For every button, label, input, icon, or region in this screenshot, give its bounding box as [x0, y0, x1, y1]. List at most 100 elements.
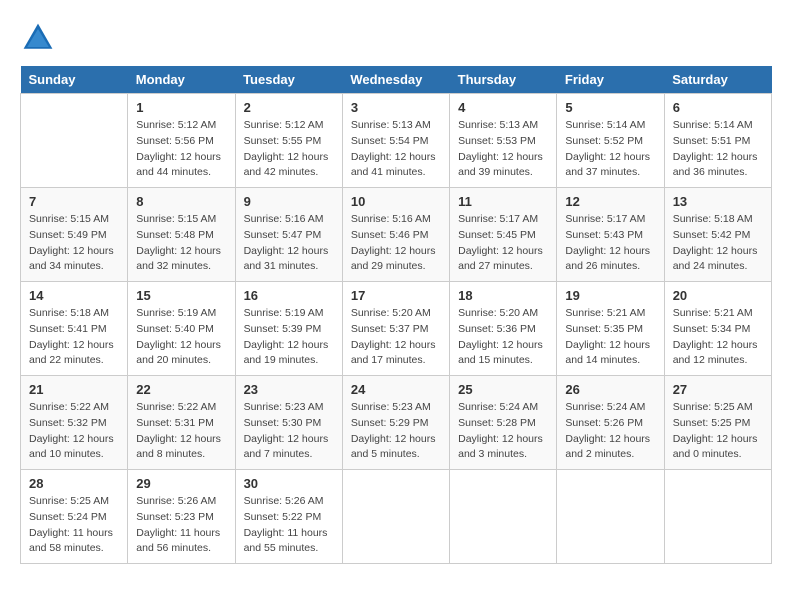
- day-info: Sunrise: 5:16 AMSunset: 5:46 PMDaylight:…: [351, 212, 441, 275]
- calendar-cell: 14 Sunrise: 5:18 AMSunset: 5:41 PMDaylig…: [21, 282, 128, 376]
- calendar-table: SundayMondayTuesdayWednesdayThursdayFrid…: [20, 66, 772, 564]
- calendar-cell: 23 Sunrise: 5:23 AMSunset: 5:30 PMDaylig…: [235, 376, 342, 470]
- day-info: Sunrise: 5:17 AMSunset: 5:45 PMDaylight:…: [458, 212, 548, 275]
- calendar-cell: 2 Sunrise: 5:12 AMSunset: 5:55 PMDayligh…: [235, 94, 342, 188]
- day-number: 15: [136, 288, 226, 303]
- day-info: Sunrise: 5:22 AMSunset: 5:31 PMDaylight:…: [136, 400, 226, 463]
- calendar-cell: 27 Sunrise: 5:25 AMSunset: 5:25 PMDaylig…: [664, 376, 771, 470]
- day-info: Sunrise: 5:20 AMSunset: 5:36 PMDaylight:…: [458, 306, 548, 369]
- calendar-cell: 22 Sunrise: 5:22 AMSunset: 5:31 PMDaylig…: [128, 376, 235, 470]
- calendar-week-0: 1 Sunrise: 5:12 AMSunset: 5:56 PMDayligh…: [21, 94, 772, 188]
- calendar-cell: [664, 470, 771, 564]
- day-info: Sunrise: 5:14 AMSunset: 5:51 PMDaylight:…: [673, 118, 763, 181]
- day-info: Sunrise: 5:22 AMSunset: 5:32 PMDaylight:…: [29, 400, 119, 463]
- calendar-cell: 10 Sunrise: 5:16 AMSunset: 5:46 PMDaylig…: [342, 188, 449, 282]
- calendar-cell: 15 Sunrise: 5:19 AMSunset: 5:40 PMDaylig…: [128, 282, 235, 376]
- header-monday: Monday: [128, 66, 235, 94]
- calendar-cell: 17 Sunrise: 5:20 AMSunset: 5:37 PMDaylig…: [342, 282, 449, 376]
- calendar-cell: 21 Sunrise: 5:22 AMSunset: 5:32 PMDaylig…: [21, 376, 128, 470]
- day-info: Sunrise: 5:14 AMSunset: 5:52 PMDaylight:…: [565, 118, 655, 181]
- calendar-cell: 30 Sunrise: 5:26 AMSunset: 5:22 PMDaylig…: [235, 470, 342, 564]
- day-number: 10: [351, 194, 441, 209]
- logo-icon: [20, 20, 56, 56]
- calendar-cell: [21, 94, 128, 188]
- calendar-cell: 28 Sunrise: 5:25 AMSunset: 5:24 PMDaylig…: [21, 470, 128, 564]
- day-number: 1: [136, 100, 226, 115]
- calendar-cell: 26 Sunrise: 5:24 AMSunset: 5:26 PMDaylig…: [557, 376, 664, 470]
- day-info: Sunrise: 5:23 AMSunset: 5:29 PMDaylight:…: [351, 400, 441, 463]
- day-info: Sunrise: 5:25 AMSunset: 5:24 PMDaylight:…: [29, 494, 119, 557]
- day-number: 21: [29, 382, 119, 397]
- day-info: Sunrise: 5:24 AMSunset: 5:26 PMDaylight:…: [565, 400, 655, 463]
- day-info: Sunrise: 5:12 AMSunset: 5:55 PMDaylight:…: [244, 118, 334, 181]
- day-info: Sunrise: 5:16 AMSunset: 5:47 PMDaylight:…: [244, 212, 334, 275]
- day-info: Sunrise: 5:13 AMSunset: 5:54 PMDaylight:…: [351, 118, 441, 181]
- calendar-cell: 29 Sunrise: 5:26 AMSunset: 5:23 PMDaylig…: [128, 470, 235, 564]
- day-number: 9: [244, 194, 334, 209]
- day-number: 27: [673, 382, 763, 397]
- day-info: Sunrise: 5:26 AMSunset: 5:23 PMDaylight:…: [136, 494, 226, 557]
- calendar-cell: 3 Sunrise: 5:13 AMSunset: 5:54 PMDayligh…: [342, 94, 449, 188]
- calendar-header-row: SundayMondayTuesdayWednesdayThursdayFrid…: [21, 66, 772, 94]
- day-number: 19: [565, 288, 655, 303]
- header-thursday: Thursday: [450, 66, 557, 94]
- day-info: Sunrise: 5:12 AMSunset: 5:56 PMDaylight:…: [136, 118, 226, 181]
- day-number: 16: [244, 288, 334, 303]
- day-number: 8: [136, 194, 226, 209]
- calendar-cell: 11 Sunrise: 5:17 AMSunset: 5:45 PMDaylig…: [450, 188, 557, 282]
- day-info: Sunrise: 5:15 AMSunset: 5:49 PMDaylight:…: [29, 212, 119, 275]
- calendar-cell: 13 Sunrise: 5:18 AMSunset: 5:42 PMDaylig…: [664, 188, 771, 282]
- calendar-cell: 18 Sunrise: 5:20 AMSunset: 5:36 PMDaylig…: [450, 282, 557, 376]
- day-info: Sunrise: 5:25 AMSunset: 5:25 PMDaylight:…: [673, 400, 763, 463]
- calendar-cell: 5 Sunrise: 5:14 AMSunset: 5:52 PMDayligh…: [557, 94, 664, 188]
- day-info: Sunrise: 5:18 AMSunset: 5:42 PMDaylight:…: [673, 212, 763, 275]
- header-saturday: Saturday: [664, 66, 771, 94]
- header-sunday: Sunday: [21, 66, 128, 94]
- day-number: 3: [351, 100, 441, 115]
- day-number: 18: [458, 288, 548, 303]
- day-number: 2: [244, 100, 334, 115]
- day-info: Sunrise: 5:13 AMSunset: 5:53 PMDaylight:…: [458, 118, 548, 181]
- calendar-week-1: 7 Sunrise: 5:15 AMSunset: 5:49 PMDayligh…: [21, 188, 772, 282]
- day-number: 20: [673, 288, 763, 303]
- day-number: 12: [565, 194, 655, 209]
- calendar-cell: 7 Sunrise: 5:15 AMSunset: 5:49 PMDayligh…: [21, 188, 128, 282]
- header-friday: Friday: [557, 66, 664, 94]
- calendar-cell: 25 Sunrise: 5:24 AMSunset: 5:28 PMDaylig…: [450, 376, 557, 470]
- day-number: 29: [136, 476, 226, 491]
- calendar-cell: 9 Sunrise: 5:16 AMSunset: 5:47 PMDayligh…: [235, 188, 342, 282]
- logo: [20, 20, 62, 56]
- calendar-cell: 1 Sunrise: 5:12 AMSunset: 5:56 PMDayligh…: [128, 94, 235, 188]
- day-info: Sunrise: 5:19 AMSunset: 5:40 PMDaylight:…: [136, 306, 226, 369]
- calendar-cell: 16 Sunrise: 5:19 AMSunset: 5:39 PMDaylig…: [235, 282, 342, 376]
- day-number: 14: [29, 288, 119, 303]
- day-number: 26: [565, 382, 655, 397]
- day-info: Sunrise: 5:19 AMSunset: 5:39 PMDaylight:…: [244, 306, 334, 369]
- day-number: 7: [29, 194, 119, 209]
- calendar-week-2: 14 Sunrise: 5:18 AMSunset: 5:41 PMDaylig…: [21, 282, 772, 376]
- calendar-cell: [557, 470, 664, 564]
- day-info: Sunrise: 5:21 AMSunset: 5:35 PMDaylight:…: [565, 306, 655, 369]
- calendar-cell: 20 Sunrise: 5:21 AMSunset: 5:34 PMDaylig…: [664, 282, 771, 376]
- day-number: 24: [351, 382, 441, 397]
- calendar-cell: [450, 470, 557, 564]
- day-info: Sunrise: 5:21 AMSunset: 5:34 PMDaylight:…: [673, 306, 763, 369]
- day-number: 25: [458, 382, 548, 397]
- calendar-cell: 8 Sunrise: 5:15 AMSunset: 5:48 PMDayligh…: [128, 188, 235, 282]
- day-number: 17: [351, 288, 441, 303]
- day-info: Sunrise: 5:23 AMSunset: 5:30 PMDaylight:…: [244, 400, 334, 463]
- day-info: Sunrise: 5:20 AMSunset: 5:37 PMDaylight:…: [351, 306, 441, 369]
- day-info: Sunrise: 5:24 AMSunset: 5:28 PMDaylight:…: [458, 400, 548, 463]
- day-info: Sunrise: 5:15 AMSunset: 5:48 PMDaylight:…: [136, 212, 226, 275]
- day-number: 6: [673, 100, 763, 115]
- day-number: 13: [673, 194, 763, 209]
- day-info: Sunrise: 5:17 AMSunset: 5:43 PMDaylight:…: [565, 212, 655, 275]
- day-number: 4: [458, 100, 548, 115]
- day-number: 30: [244, 476, 334, 491]
- calendar-week-3: 21 Sunrise: 5:22 AMSunset: 5:32 PMDaylig…: [21, 376, 772, 470]
- calendar-cell: [342, 470, 449, 564]
- calendar-cell: 12 Sunrise: 5:17 AMSunset: 5:43 PMDaylig…: [557, 188, 664, 282]
- page-header: [20, 20, 772, 56]
- day-info: Sunrise: 5:26 AMSunset: 5:22 PMDaylight:…: [244, 494, 334, 557]
- day-number: 11: [458, 194, 548, 209]
